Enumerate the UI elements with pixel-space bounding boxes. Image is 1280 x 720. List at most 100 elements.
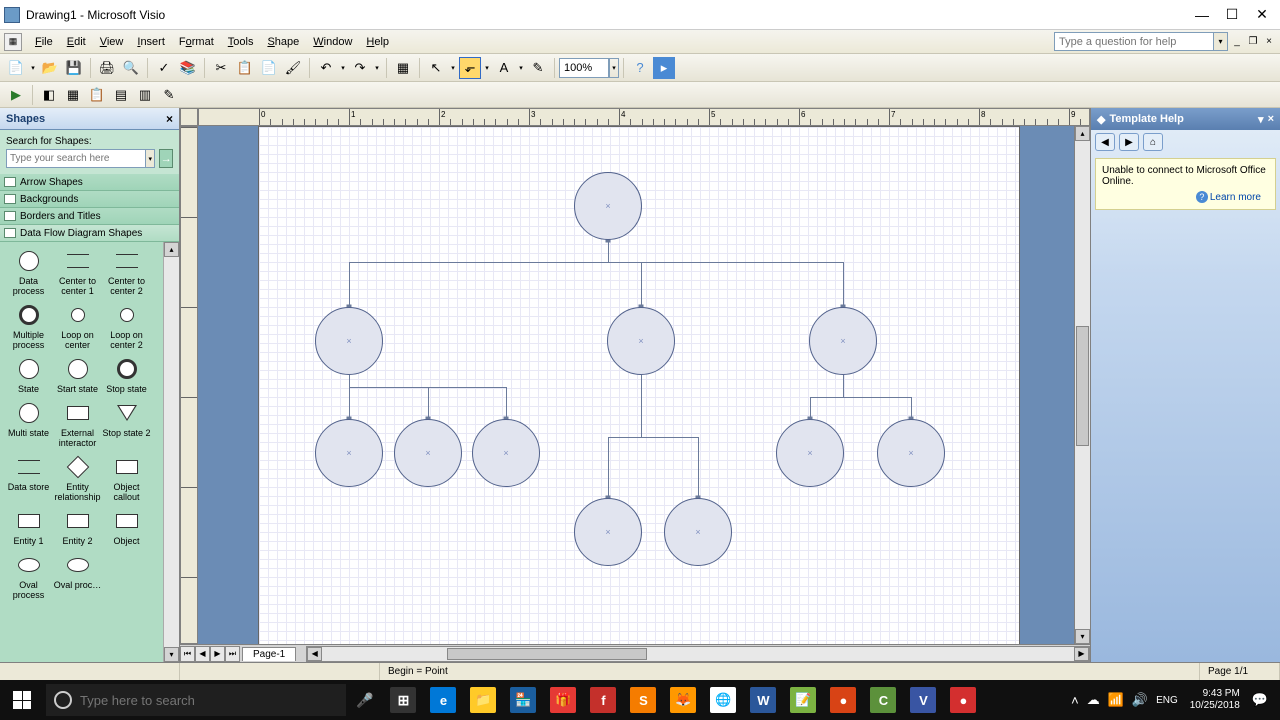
taskbar-app-icon[interactable]: 🎁 xyxy=(543,680,583,720)
taskbar-app-icon[interactable]: ● xyxy=(943,680,983,720)
shapes-search-input[interactable] xyxy=(6,149,146,168)
undo-button[interactable]: ↶ xyxy=(315,57,337,79)
shape-stencil-item[interactable]: Object callout xyxy=(102,452,151,504)
taskbar-app-icon[interactable]: 🦊 xyxy=(663,680,703,720)
pointer-tool-button[interactable]: ↖ xyxy=(425,57,447,79)
diagram-node[interactable] xyxy=(607,307,675,375)
tool-5[interactable]: ▥ xyxy=(134,84,156,106)
shape-stencil-item[interactable]: Start state xyxy=(53,354,102,396)
tool-2[interactable]: ▦ xyxy=(62,84,84,106)
redo-button[interactable]: ↷ xyxy=(349,57,371,79)
save-button[interactable]: 💾 xyxy=(63,57,85,79)
minimize-button[interactable]: — xyxy=(1188,5,1216,25)
copy-button[interactable]: 📋 xyxy=(234,57,256,79)
page-tab-last[interactable]: ⏭ xyxy=(225,646,240,662)
shapes-panel-close[interactable]: × xyxy=(166,112,173,126)
shape-stencil-item[interactable]: Object xyxy=(102,506,151,548)
shape-stencil-item[interactable]: Stop state xyxy=(102,354,151,396)
diagram-node[interactable] xyxy=(664,498,732,566)
menu-insert[interactable]: Insert xyxy=(130,33,172,51)
shapes-search-go[interactable]: → xyxy=(159,149,173,168)
drawing-page[interactable] xyxy=(258,126,1020,644)
diagram-node[interactable] xyxy=(394,419,462,487)
mdi-close[interactable]: × xyxy=(1262,35,1276,49)
diagram-node[interactable] xyxy=(315,419,383,487)
menu-format[interactable]: Format xyxy=(172,33,221,51)
tray-network-icon[interactable]: 📶 xyxy=(1108,692,1124,708)
close-button[interactable]: ✕ xyxy=(1248,5,1276,25)
tray-clock[interactable]: 9:43 PM 10/25/2018 xyxy=(1190,688,1240,712)
tool-4[interactable]: ▤ xyxy=(110,84,132,106)
shape-stencil-item[interactable]: Loop on center xyxy=(53,300,102,352)
taskbar-app-icon[interactable]: 📝 xyxy=(783,680,823,720)
stencil-item[interactable]: Backgrounds xyxy=(0,191,179,208)
paste-button[interactable]: 📄 xyxy=(258,57,280,79)
help-nav-back[interactable]: ◀ xyxy=(1095,133,1115,151)
taskbar-app-icon[interactable]: f xyxy=(583,680,623,720)
spelling-button[interactable]: ✓ xyxy=(153,57,175,79)
taskbar-app-icon[interactable]: W xyxy=(743,680,783,720)
menu-file[interactable]: File xyxy=(28,33,60,51)
taskbar-search[interactable] xyxy=(46,684,346,716)
taskbar-app-icon[interactable]: C xyxy=(863,680,903,720)
tool-3[interactable]: 📋 xyxy=(86,84,108,106)
mdi-restore[interactable]: ❐ xyxy=(1246,35,1260,49)
print-preview-button[interactable]: 🔍 xyxy=(120,57,142,79)
text-tool-button[interactable]: A xyxy=(493,57,515,79)
stencil-item[interactable]: Arrow Shapes xyxy=(0,174,179,191)
drawing-canvas[interactable]: ▴ ▾ xyxy=(198,126,1090,644)
tray-onedrive-icon[interactable]: ☁ xyxy=(1087,692,1100,708)
shape-stencil-item[interactable]: Multiple process xyxy=(4,300,53,352)
page-tab-next[interactable]: ▶ xyxy=(210,646,225,662)
shape-stencil-item[interactable]: Entity 2 xyxy=(53,506,102,548)
help-panel-dropdown[interactable]: ▾ xyxy=(1258,113,1264,126)
shape-stencil-item[interactable]: Multi state xyxy=(4,398,53,450)
horizontal-ruler[interactable] xyxy=(198,108,1090,126)
menu-edit[interactable]: Edit xyxy=(60,33,93,51)
menu-tools[interactable]: Tools xyxy=(221,33,261,51)
system-menu-icon[interactable]: ▦ xyxy=(4,33,22,51)
diagram-node[interactable] xyxy=(776,419,844,487)
shape-stencil-item[interactable]: Entity 1 xyxy=(4,506,53,548)
taskbar-app-icon[interactable]: e xyxy=(423,680,463,720)
run-button[interactable]: ▶ xyxy=(5,84,27,106)
help-nav-home[interactable]: ⌂ xyxy=(1143,133,1163,151)
taskbar-app-icon[interactable]: V xyxy=(903,680,943,720)
shapes-search-dropdown[interactable]: ▾ xyxy=(146,149,155,168)
cut-button[interactable]: ✂ xyxy=(210,57,232,79)
shape-stencil-item[interactable]: Oval process xyxy=(4,550,53,602)
menu-window[interactable]: Window xyxy=(306,33,359,51)
ink-tool-button[interactable]: ✎ xyxy=(527,57,549,79)
canvas-vertical-scrollbar[interactable]: ▴ ▾ xyxy=(1074,126,1090,644)
diagram-node[interactable] xyxy=(315,307,383,375)
connector-tool-button[interactable]: ⬐ xyxy=(459,57,481,79)
shape-stencil-item[interactable]: Entity relationship xyxy=(53,452,102,504)
shape-stencil-item[interactable]: Data process xyxy=(4,246,53,298)
page-tab-1[interactable]: Page-1 xyxy=(242,647,296,661)
help-search-dropdown[interactable]: ▾ xyxy=(1214,32,1228,51)
page-tab-prev[interactable]: ◀ xyxy=(195,646,210,662)
open-button[interactable]: 📂 xyxy=(39,57,61,79)
tray-language-icon[interactable]: ENG xyxy=(1156,695,1178,706)
tray-notifications-icon[interactable]: 💬 xyxy=(1252,692,1268,708)
vertical-ruler[interactable] xyxy=(180,126,198,644)
diagram-node[interactable] xyxy=(574,172,642,240)
stencil-item[interactable]: Borders and Titles xyxy=(0,208,179,225)
help-button[interactable]: ? xyxy=(629,57,651,79)
mdi-minimize[interactable]: _ xyxy=(1230,35,1244,49)
taskbar-search-input[interactable] xyxy=(80,693,338,708)
menu-shape[interactable]: Shape xyxy=(260,33,306,51)
shape-stencil-item[interactable]: External interactor xyxy=(53,398,102,450)
shape-stencil-item[interactable]: Data store xyxy=(4,452,53,504)
start-button[interactable] xyxy=(0,680,44,720)
canvas-horizontal-scrollbar[interactable]: ◀ ▶ xyxy=(306,646,1090,662)
shape-stencil-item[interactable]: State xyxy=(4,354,53,396)
diagram-node[interactable] xyxy=(877,419,945,487)
help-search-input[interactable] xyxy=(1054,32,1214,51)
format-painter-button[interactable]: 🖌 xyxy=(282,57,304,79)
menu-view[interactable]: View xyxy=(93,33,131,51)
shape-stencil-item[interactable]: Stop state 2 xyxy=(102,398,151,450)
shape-stencil-item[interactable]: Oval proc… xyxy=(53,550,102,602)
taskbar-app-icon[interactable]: S xyxy=(623,680,663,720)
tool-6[interactable]: ✎ xyxy=(158,84,180,106)
